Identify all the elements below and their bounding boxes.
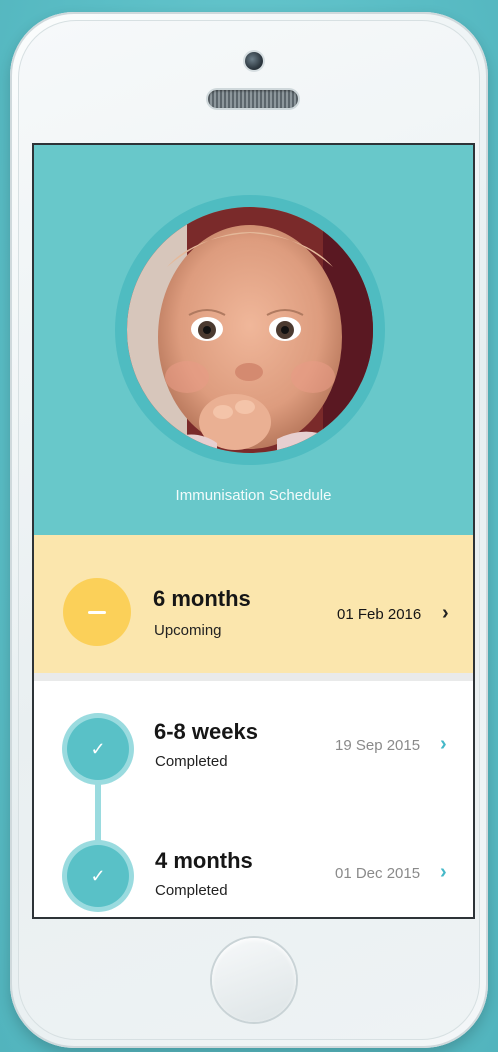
schedule-status: Completed [155, 882, 228, 899]
schedule-status: Completed [155, 753, 228, 770]
page-title: Immunisation Schedule [175, 487, 332, 504]
schedule-date: 19 Sep 2015 [335, 737, 421, 754]
schedule-title: 6 months [153, 586, 251, 611]
avatar[interactable] [127, 207, 373, 453]
divider [34, 673, 473, 681]
profile-header: Immunisation Schedule [34, 145, 473, 535]
check-icon: ✓ [90, 865, 106, 886]
status-badge [63, 578, 131, 646]
check-icon: ✓ [90, 738, 106, 759]
camera-icon [245, 52, 263, 70]
speaker-grille [208, 90, 298, 108]
baby-photo [127, 207, 373, 453]
status-badge: ✓ [67, 718, 129, 780]
app-screen: Immunisation Schedule 6 months Upcoming … [34, 145, 473, 917]
schedule-title: 6-8 weeks [154, 719, 258, 744]
status-badge: ✓ [67, 845, 129, 907]
chevron-right-icon[interactable]: › [440, 861, 447, 884]
chevron-right-icon[interactable]: › [440, 733, 447, 756]
schedule-status: Upcoming [154, 622, 222, 639]
minus-icon [88, 610, 106, 614]
schedule-date: 01 Dec 2015 [335, 865, 421, 882]
list-item[interactable]: 6 months Upcoming 01 Feb 2016 › [34, 535, 473, 673]
chevron-right-icon[interactable]: › [442, 602, 449, 625]
schedule-date: 01 Feb 2016 [337, 606, 422, 623]
home-button[interactable] [212, 938, 296, 1022]
schedule-title: 4 months [155, 848, 253, 873]
